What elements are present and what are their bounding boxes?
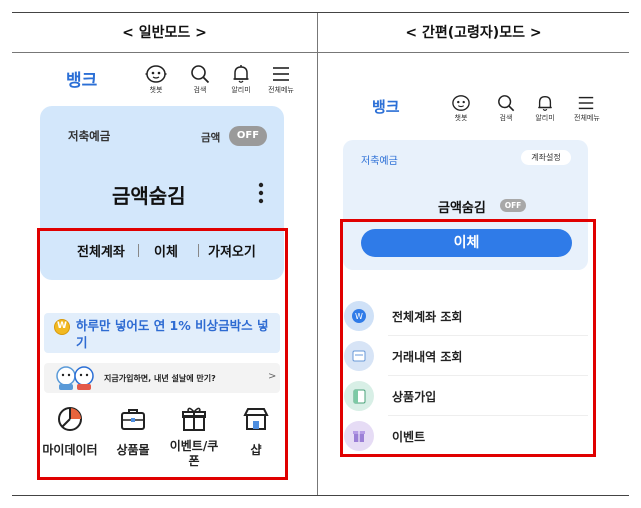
full-menu-label: 전체메뉴: [268, 86, 294, 94]
event-label: 이벤트: [392, 430, 426, 444]
search-button-simple[interactable]: 검색: [494, 94, 518, 123]
all-accounts-icon: W: [344, 301, 374, 331]
full-menu-button-simple[interactable]: 전체메뉴: [574, 94, 600, 123]
search-icon: [498, 95, 515, 112]
simple-mode-title: < 간편(고령자)모드 >: [405, 25, 542, 41]
menu-product-mall[interactable]: 상품몰: [106, 405, 160, 458]
kebab-icon: [258, 182, 264, 204]
gift-icon: [182, 407, 206, 431]
notifications-button[interactable]: 알리미: [228, 64, 254, 95]
promo-line-1: 하루만 넣어도 연 1% 비상금박스 넣: [76, 318, 269, 333]
list-item-product-signup[interactable]: 상품가입: [344, 376, 580, 416]
shop-icon: [243, 408, 269, 430]
tab-all-accounts[interactable]: 전체계좌: [77, 241, 125, 260]
promo-line-2: 기: [76, 335, 88, 350]
notifications-label: 알리미: [231, 86, 251, 94]
event-banner-text: 지금가입하면, 내년 설날에 만기?: [104, 374, 216, 383]
normal-mode-title: < 일반모드 >: [122, 25, 207, 41]
list-item-event[interactable]: 이벤트: [344, 416, 580, 456]
full-menu-button[interactable]: 전체메뉴: [268, 64, 294, 95]
notifications-label-simple: 알리미: [535, 114, 555, 122]
menu-icon: [578, 96, 594, 110]
search-button[interactable]: 검색: [187, 64, 213, 95]
account-settings-button[interactable]: 계좌설정: [521, 150, 571, 165]
hidden-amount-text-simple: 금액숨김: [438, 201, 486, 216]
menu-event-coupon-label-2: 폰: [188, 454, 200, 468]
chevron-right-icon: >: [268, 371, 277, 382]
menu-icon: [273, 67, 289, 81]
chatbot-label: 챗봇: [149, 86, 163, 94]
bank-logo-simple[interactable]: 뱅크: [372, 96, 400, 117]
account-type-simple: 저축예금: [361, 156, 398, 167]
tab-transfer[interactable]: 이체: [154, 241, 178, 260]
search-icon: [191, 65, 210, 84]
chatbot-label-simple: 챗봇: [454, 114, 468, 122]
table-header: < 일반모드 > < 간편(고령자)모드 >: [12, 13, 629, 53]
pie-chart-icon: [58, 407, 82, 431]
promo-text: 하루만 넣어도 연 1% 비상금박스 넣 기: [76, 317, 276, 351]
chatbot-icon: [452, 95, 470, 111]
event-icon: [344, 421, 374, 451]
tab-divider: [198, 244, 199, 257]
amount-toggle-simple[interactable]: OFF: [500, 199, 526, 212]
svg-text:W: W: [355, 312, 363, 321]
column-divider: [317, 13, 318, 495]
account-type: 저축예금: [68, 129, 111, 143]
briefcase-icon: [121, 409, 145, 430]
full-menu-label-simple: 전체메뉴: [574, 114, 600, 122]
notifications-button-simple[interactable]: 알리미: [533, 94, 557, 123]
chatbot-button[interactable]: 챗봇: [143, 64, 169, 95]
tab-import[interactable]: 가져오기: [208, 241, 256, 260]
amount-label: 금액: [201, 132, 221, 144]
tab-divider: [138, 244, 139, 257]
transactions-label: 거래내역 조회: [392, 350, 463, 364]
amount-toggle[interactable]: OFF: [229, 126, 267, 146]
coin-icon: W: [54, 319, 70, 335]
transaction-history-icon: [344, 341, 374, 371]
menu-mydata[interactable]: 마이데이터: [38, 405, 102, 458]
search-label: 검색: [193, 86, 207, 94]
menu-product-mall-label: 상품몰: [116, 443, 150, 457]
list-item-transactions[interactable]: 거래내역 조회: [344, 336, 580, 376]
menu-event-coupon-label-1: 이벤트/쿠: [169, 439, 219, 453]
product-signup-label: 상품가입: [392, 390, 437, 404]
transfer-button[interactable]: 이체: [361, 229, 572, 257]
mascot-icon: [56, 366, 94, 390]
menu-event-coupon[interactable]: 이벤트/쿠 폰: [163, 405, 225, 469]
search-label-simple: 검색: [499, 114, 513, 122]
bell-icon: [538, 96, 552, 112]
bell-icon: [233, 65, 249, 83]
hidden-amount-text: 금액숨김: [112, 184, 186, 208]
menu-shop[interactable]: 샵: [236, 405, 276, 458]
product-signup-icon: [344, 381, 374, 411]
chatbot-button-simple[interactable]: 챗봇: [449, 94, 473, 123]
more-options-button[interactable]: [257, 182, 265, 204]
chatbot-icon: [145, 65, 167, 83]
all-accounts-label: 전체계좌 조회: [392, 310, 463, 324]
menu-shop-label: 샵: [250, 443, 262, 457]
list-item-all-accounts[interactable]: W 전체계좌 조회: [344, 296, 580, 336]
bank-logo[interactable]: 뱅크: [66, 66, 97, 91]
menu-mydata-label: 마이데이터: [42, 443, 98, 457]
